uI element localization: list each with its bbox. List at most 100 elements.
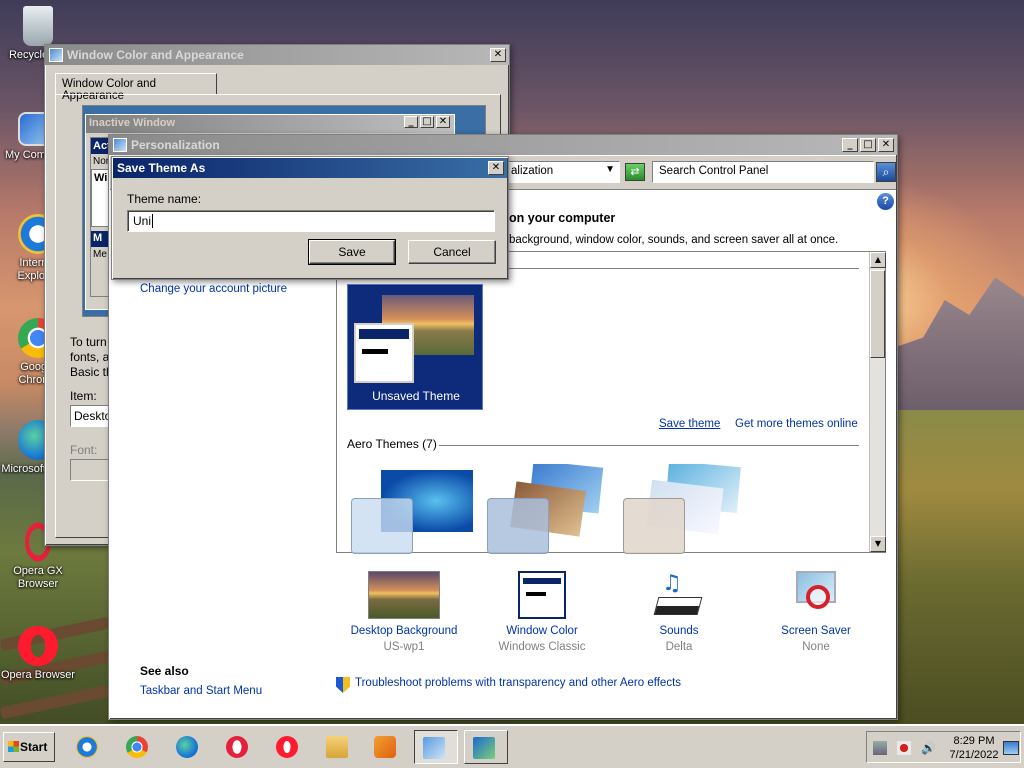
desktop-background-setting[interactable]: Desktop Background US-wp1 — [339, 571, 469, 653]
network-icon[interactable] — [873, 741, 887, 755]
taskbar-internet-explorer[interactable] — [68, 730, 106, 764]
page-heading: on your computer — [509, 211, 616, 225]
theme-name-input[interactable]: Uni — [127, 210, 495, 232]
desktop-icon-label: Opera GX Browser — [13, 565, 63, 590]
taskbar-media-player[interactable] — [366, 730, 404, 764]
system-tray: 🔊 8:29 PM 7/21/2022 — [866, 731, 1021, 763]
aero-theme-characters[interactable] — [623, 464, 747, 554]
troubleshoot-aero-link[interactable]: Troubleshoot problems with transparency … — [355, 677, 681, 689]
search-icon[interactable]: ⌕ — [876, 162, 896, 182]
scrollbar-thumb[interactable] — [870, 270, 885, 358]
desktop-icon-opera[interactable]: Opera Browser — [0, 626, 76, 682]
window-color-setting[interactable]: Window Color Windows Classic — [477, 571, 607, 653]
unsaved-theme-tile[interactable]: Unsaved Theme — [347, 284, 483, 410]
aero-theme-architecture[interactable] — [487, 464, 611, 554]
scroll-up-icon[interactable]: ▲ — [870, 252, 886, 268]
taskbar-chrome[interactable] — [118, 730, 156, 764]
theme-name-label: Theme name: — [127, 192, 202, 206]
media-player-icon — [374, 736, 396, 758]
text-cursor — [152, 214, 154, 228]
cancel-button[interactable]: Cancel — [408, 240, 496, 264]
close-icon: ✕ — [436, 116, 450, 128]
start-button[interactable]: Start — [3, 732, 55, 762]
recycle-bin-icon — [23, 6, 53, 46]
opera-icon — [276, 736, 298, 758]
save-theme-link[interactable]: Save theme — [659, 418, 720, 430]
search-placeholder: Search Control Panel — [659, 165, 769, 177]
font-select[interactable] — [70, 459, 110, 481]
cancel-button-label: Cancel — [433, 245, 471, 259]
dialog-title: Save Theme As — [117, 161, 206, 175]
close-button[interactable]: ✕ — [490, 48, 506, 62]
clock-time: 8:29 PM — [953, 735, 995, 747]
maximize-icon: □ — [420, 116, 434, 128]
change-account-picture-link[interactable]: Change your account picture — [140, 283, 287, 295]
refresh-icon[interactable]: ⇄ — [625, 163, 645, 181]
address-bar[interactable]: alization ▼ — [508, 161, 620, 183]
see-also-heading: See also — [140, 664, 189, 678]
taskbar-start-menu-link[interactable]: Taskbar and Start Menu — [140, 685, 262, 697]
item-select-value: Deskto — [74, 409, 112, 423]
action-center-icon[interactable] — [897, 741, 911, 755]
minimize-button[interactable]: _ — [842, 138, 858, 152]
window-titlebar[interactable]: Window Color and Appearance ✕ — [45, 45, 509, 65]
screen-saver-setting[interactable]: Screen Saver None — [751, 571, 881, 653]
clock[interactable]: 8:29 PM 7/21/2022 — [947, 734, 1001, 762]
theme-window-thumbnail — [487, 498, 549, 554]
sounds-icon: ♫ — [653, 571, 704, 619]
taskbar-file-explorer[interactable] — [318, 730, 356, 764]
setting-value: US-wp1 — [383, 641, 425, 653]
desktop-wallpaper-field — [880, 410, 1024, 730]
personalization-icon — [473, 737, 495, 759]
window-titlebar[interactable]: Personalization _ □ ✕ — [109, 135, 897, 155]
chrome-icon — [126, 736, 148, 758]
get-more-themes-link[interactable]: Get more themes online — [735, 418, 858, 430]
tab-window-color-appearance[interactable]: Window Color and Appearance — [55, 73, 217, 102]
close-button[interactable]: ✕ — [878, 138, 894, 152]
unsaved-theme-label: Unsaved Theme — [372, 389, 460, 403]
window-color-icon — [518, 571, 566, 619]
desktop-icon-label: Opera Browser — [1, 669, 75, 681]
wca-description-line: To turn — [70, 335, 107, 349]
volume-icon[interactable]: 🔊 — [921, 741, 936, 755]
save-button[interactable]: Save — [308, 239, 396, 265]
control-panel-icon — [113, 138, 127, 152]
taskbar-opera-gx[interactable] — [218, 730, 256, 764]
aero-theme-windows[interactable] — [351, 470, 475, 554]
maximize-button[interactable]: □ — [860, 138, 876, 152]
page-subheading: background, window color, sounds, and sc… — [509, 234, 839, 246]
gallery-scrollbar[interactable]: ▲ ▼ — [869, 252, 886, 552]
taskbar-edge[interactable] — [168, 730, 206, 764]
show-desktop-icon[interactable] — [1003, 741, 1019, 755]
search-input[interactable]: Search Control Panel — [652, 161, 874, 183]
theme-window-thumbnail — [623, 498, 685, 554]
sounds-setting[interactable]: ♫ Sounds Delta — [614, 571, 744, 653]
item-label: Item: — [70, 389, 97, 403]
window-title: Personalization — [131, 138, 220, 152]
save-theme-as-dialog[interactable]: Save Theme As ✕ Theme name: Uni Save Can… — [111, 156, 509, 280]
setting-value: None — [802, 641, 830, 653]
theme-gallery[interactable]: Unsaved Theme Save theme Get more themes… — [336, 251, 886, 554]
chevron-down-icon[interactable]: ▼ — [605, 164, 615, 175]
save-button-label: Save — [338, 245, 366, 259]
help-icon[interactable]: ? — [877, 193, 894, 210]
scroll-down-icon[interactable]: ▼ — [870, 536, 886, 552]
aero-themes-header: Aero Themes (7) — [347, 437, 437, 451]
preview-inactive-title: Inactive Window — [89, 117, 176, 129]
start-label: Start — [20, 740, 48, 754]
taskbar-control-panel[interactable] — [414, 730, 458, 764]
divider — [439, 445, 859, 446]
setting-value: Delta — [665, 641, 693, 653]
taskbar-opera[interactable] — [268, 730, 306, 764]
desktop-background-icon — [368, 571, 440, 619]
clock-date: 7/21/2022 — [949, 749, 999, 761]
dialog-titlebar[interactable]: Save Theme As ✕ — [113, 158, 507, 178]
opera-gx-icon — [226, 736, 248, 758]
setting-name: Sounds — [659, 625, 699, 637]
internet-explorer-icon — [76, 736, 98, 758]
taskbar: Start 🔊 8:29 PM 7/21/2022 — [0, 724, 1024, 768]
minimize-icon: _ — [404, 116, 418, 128]
control-panel-icon — [423, 737, 445, 759]
taskbar-personalization[interactable] — [464, 730, 508, 764]
close-button[interactable]: ✕ — [488, 161, 504, 175]
